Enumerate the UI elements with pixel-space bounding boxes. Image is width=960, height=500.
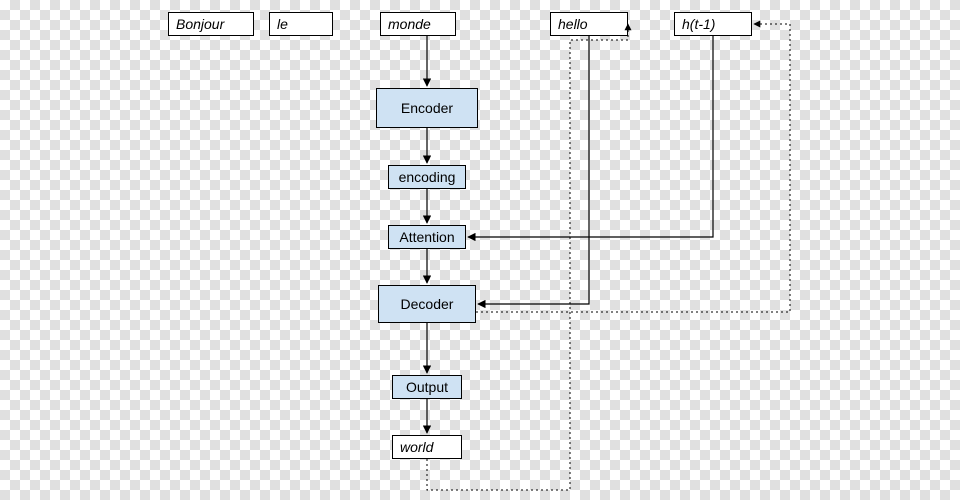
diagram-canvas: Bonjour le monde hello h(t-1) Encoder en… — [0, 0, 960, 500]
input-bonjour: Bonjour — [168, 12, 254, 36]
input-ht1: h(t-1) — [674, 12, 752, 36]
output-world: world — [392, 435, 462, 459]
diagram-edges — [0, 0, 960, 500]
block-attention: Attention — [388, 225, 466, 249]
block-output: Output — [392, 375, 462, 399]
block-encoding: encoding — [388, 165, 466, 189]
input-hello: hello — [550, 12, 628, 36]
input-monde: monde — [380, 12, 456, 36]
block-encoder: Encoder — [376, 88, 478, 128]
input-le: le — [269, 12, 333, 36]
block-decoder: Decoder — [378, 285, 476, 323]
